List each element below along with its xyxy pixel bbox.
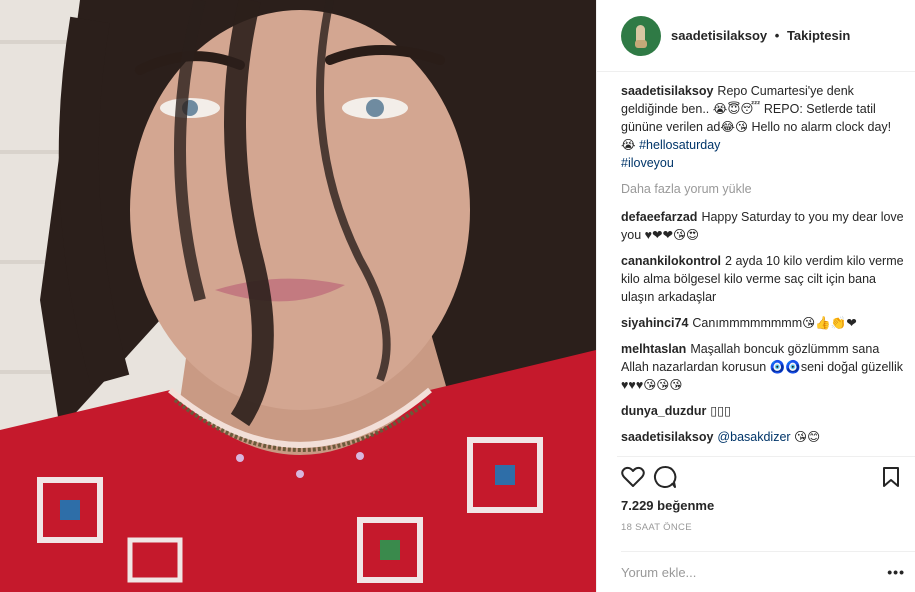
hashtag-link[interactable]: #hellosaturday: [639, 138, 720, 152]
post-photo[interactable]: [0, 0, 596, 592]
comment-bubble-icon[interactable]: [649, 461, 681, 493]
comment-username[interactable]: defaeefarzad: [621, 210, 697, 224]
comment-item: dunya_duzdur ▯▯▯: [621, 402, 907, 420]
comment-text: 😘😊: [794, 430, 821, 444]
comment-username[interactable]: melhtaslan: [621, 342, 686, 356]
comment-item: siyahinci74 Canımmmmmmmm😘👍👏❤: [621, 314, 907, 332]
post-side-panel: saadetisilaksoy • Takiptesin saadetisila…: [596, 0, 915, 592]
comment-text: Canımmmmmmmm😘👍👏❤: [692, 316, 857, 330]
hashtag-link[interactable]: #iloveyou: [621, 156, 674, 170]
header-text: saadetisilaksoy • Takiptesin: [671, 28, 850, 43]
comment-username[interactable]: dunya_duzdur: [621, 404, 706, 418]
post-photo-illustration: [0, 0, 596, 592]
header-username[interactable]: saadetisilaksoy: [671, 28, 767, 43]
comment-item: canankilokontrol 2 ayda 10 kilo verdim ki…: [621, 252, 907, 306]
comment-username[interactable]: saadetisilaksoy: [621, 430, 713, 444]
comment-text: ▯▯▯: [710, 404, 732, 418]
add-comment-input[interactable]: Yorum ekle...: [621, 565, 696, 580]
following-button[interactable]: Takiptesin: [787, 28, 850, 43]
caption: saadetisilaksoy Repo Cumartesi'ye denk ge…: [621, 82, 907, 172]
comment-item: melhtaslan Maşallah boncuk gözlümmm sana …: [621, 340, 907, 394]
avatar[interactable]: [621, 15, 661, 56]
likes-count[interactable]: 7.229 beğenme: [621, 498, 714, 513]
action-bar: [617, 456, 915, 497]
like-heart-icon[interactable]: [617, 461, 649, 493]
post-timestamp[interactable]: 18 SAAT ÖNCE: [621, 522, 692, 533]
load-more-comments-button[interactable]: Daha fazla yorum yükle: [621, 180, 907, 198]
comment-username[interactable]: canankilokontrol: [621, 254, 721, 268]
caption-username[interactable]: saadetisilaksoy: [621, 84, 713, 98]
post-header: saadetisilaksoy • Takiptesin: [597, 0, 915, 72]
comment-item: defaeefarzad Happy Saturday to you my dea…: [621, 208, 907, 244]
mention-link[interactable]: @basakdizer: [717, 430, 790, 444]
more-options-icon[interactable]: •••: [887, 564, 905, 580]
bookmark-icon[interactable]: [875, 461, 907, 493]
comment-item: saadetisilaksoy @basakdizer 😘😊: [621, 428, 907, 446]
add-comment-bar: Yorum ekle... •••: [621, 551, 915, 592]
comments-list[interactable]: saadetisilaksoy Repo Cumartesi'ye denk ge…: [621, 82, 907, 454]
comment-username[interactable]: siyahinci74: [621, 316, 688, 330]
header-separator: •: [774, 28, 780, 43]
